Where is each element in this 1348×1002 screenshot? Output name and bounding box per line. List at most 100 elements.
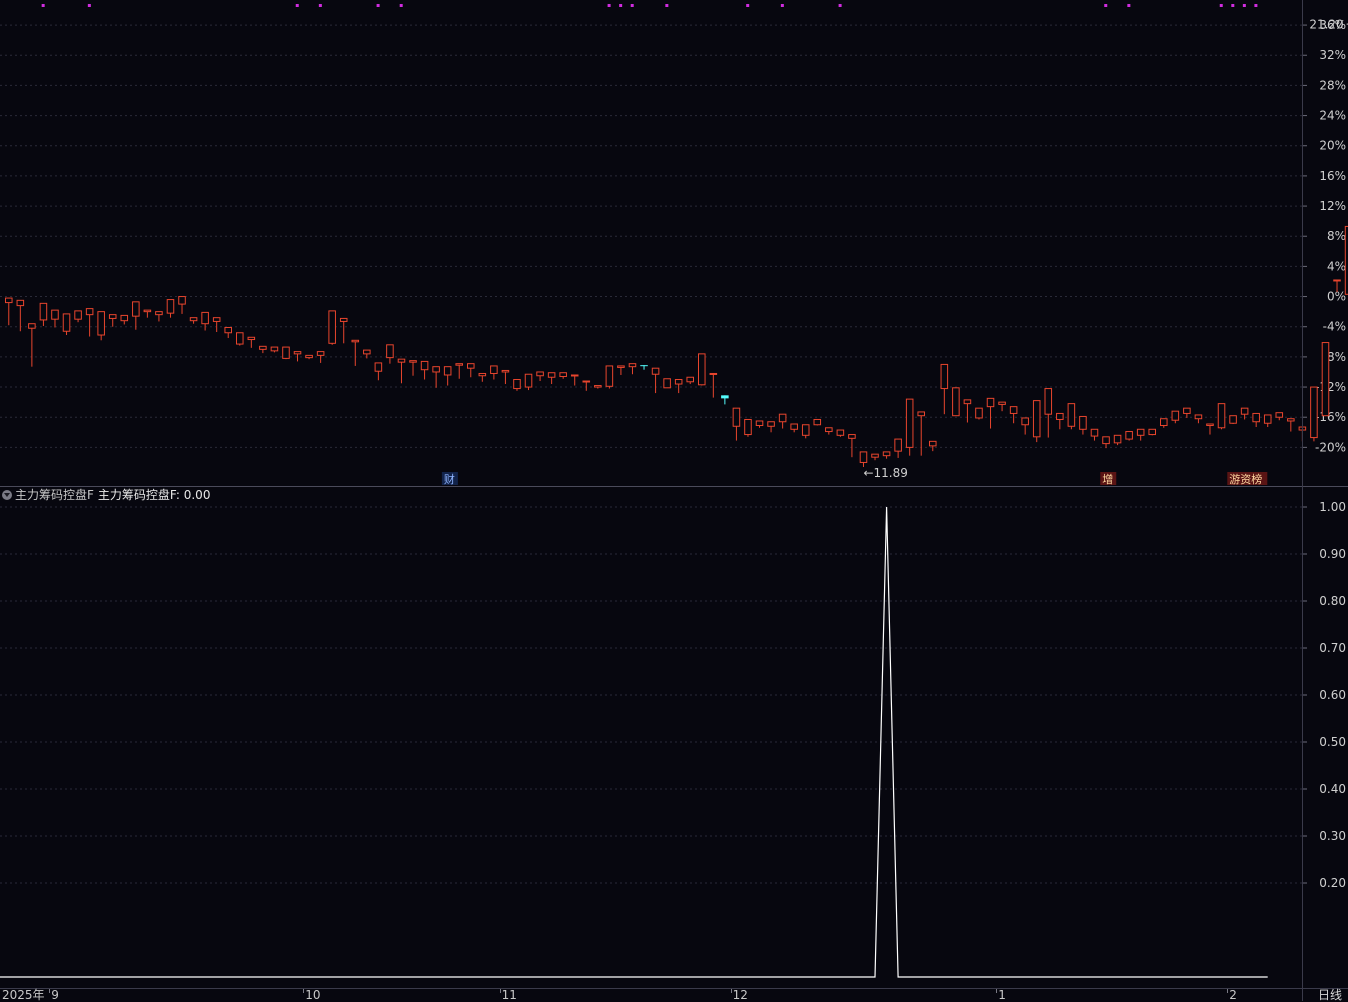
indicator-axis-label: 0.70	[1319, 641, 1346, 655]
candle	[490, 365, 498, 380]
indicator-header: 主力筹码控盘F 主力筹码控盘F: 0.00	[0, 487, 210, 503]
candle	[940, 363, 949, 415]
candle-body	[455, 363, 464, 366]
candle	[39, 302, 48, 326]
candle-body	[709, 372, 718, 375]
price-axis-label: -20%	[1315, 440, 1346, 454]
price-chart[interactable]: 36%32%28%24%20%16%12%8%4%0%-4%-8%-12%-16…	[0, 0, 1348, 487]
indicator-axis-label: 1.00	[1319, 500, 1346, 514]
candle-body	[721, 395, 729, 399]
candle-body	[744, 418, 752, 436]
candle	[224, 326, 232, 339]
candle	[998, 401, 1006, 412]
indicator-axis-label: 0.20	[1319, 876, 1346, 890]
signal-marker	[318, 4, 322, 7]
candle	[617, 365, 625, 375]
candle	[1263, 414, 1272, 428]
candle-body	[1021, 417, 1029, 426]
candle	[709, 372, 718, 398]
month-label: 12	[732, 988, 748, 1002]
time-axis[interactable]: 2025年 日线 9 10 11 12 1 2	[0, 988, 1348, 1002]
candle	[178, 296, 186, 314]
candle-body	[513, 379, 521, 390]
candle	[282, 346, 290, 360]
candle-body	[732, 407, 741, 427]
indicator-axis-label: 0.60	[1319, 688, 1346, 702]
candle-body	[1148, 428, 1156, 436]
candle	[28, 323, 36, 367]
indicator-axis-label: 0.30	[1319, 829, 1346, 843]
signal-marker	[746, 4, 750, 7]
candle-body	[1102, 436, 1110, 445]
candle	[582, 380, 591, 391]
candle	[547, 372, 556, 385]
candle-body	[1113, 434, 1122, 444]
candle	[640, 365, 648, 370]
candle	[166, 299, 175, 318]
candle-body	[1009, 406, 1018, 414]
candle	[155, 311, 163, 322]
candle-body	[801, 424, 810, 436]
candle-body	[282, 346, 290, 359]
candle	[1113, 434, 1122, 446]
candle-body	[386, 344, 394, 359]
candle	[917, 411, 926, 456]
signal-marker	[630, 4, 634, 7]
candle	[663, 378, 671, 389]
max-price-label: 21.20	[1309, 17, 1343, 31]
candle-body	[940, 363, 949, 390]
signal-marker	[41, 4, 45, 7]
month-label: 11	[501, 988, 517, 1002]
candle	[108, 314, 117, 327]
candle	[1321, 342, 1330, 417]
candle-body	[894, 438, 902, 452]
period-selector[interactable]: 日线	[1318, 989, 1342, 1002]
candle-body	[1229, 415, 1237, 424]
candle	[651, 367, 660, 394]
candle	[848, 434, 856, 458]
candle	[97, 311, 105, 341]
collapse-circle-icon[interactable]	[2, 490, 12, 500]
signal-marker	[1242, 4, 1246, 7]
candle	[1079, 415, 1087, 435]
price-axis-label: 32%	[1319, 48, 1346, 62]
indicator-name[interactable]: 主力筹码控盘F	[15, 488, 94, 502]
candle	[1009, 406, 1018, 424]
candle	[1136, 428, 1145, 441]
candle-body	[74, 310, 82, 320]
candle-body	[432, 366, 440, 373]
candle	[201, 311, 209, 331]
candle-body	[351, 339, 360, 343]
candle	[536, 371, 544, 382]
candle-body	[143, 309, 152, 313]
month-label: 1	[998, 988, 1006, 1002]
candle-body	[617, 365, 625, 368]
candle-body	[651, 367, 660, 375]
candle-body	[1333, 279, 1341, 282]
candle	[247, 336, 256, 348]
indicator-chart[interactable]: 1.00 0.90 0.80 0.70 0.60 0.50 0.40 0.30 0.20	[0, 487, 1348, 988]
candle-body	[478, 372, 487, 377]
candle-body	[259, 345, 267, 350]
candle	[397, 358, 406, 384]
candle-body	[247, 336, 256, 341]
candle	[432, 366, 440, 388]
candle-body	[420, 360, 429, 371]
candle-body	[293, 351, 302, 355]
candle	[570, 374, 579, 386]
price-axis-label: 4%	[1327, 259, 1346, 273]
event-tag: 财	[444, 472, 455, 486]
candle	[871, 453, 879, 461]
candle-body	[490, 365, 498, 374]
candle-body	[836, 429, 845, 436]
candle	[813, 418, 822, 426]
month-tick	[499, 989, 501, 993]
month-tick	[730, 989, 732, 993]
candle	[686, 376, 695, 385]
candle	[305, 354, 313, 360]
signal-marker	[87, 4, 91, 7]
indicator-axis-label: 0.40	[1319, 782, 1346, 796]
candle-body	[594, 385, 602, 388]
price-axis-label: -16%	[1315, 410, 1346, 424]
candle-body	[16, 299, 25, 307]
